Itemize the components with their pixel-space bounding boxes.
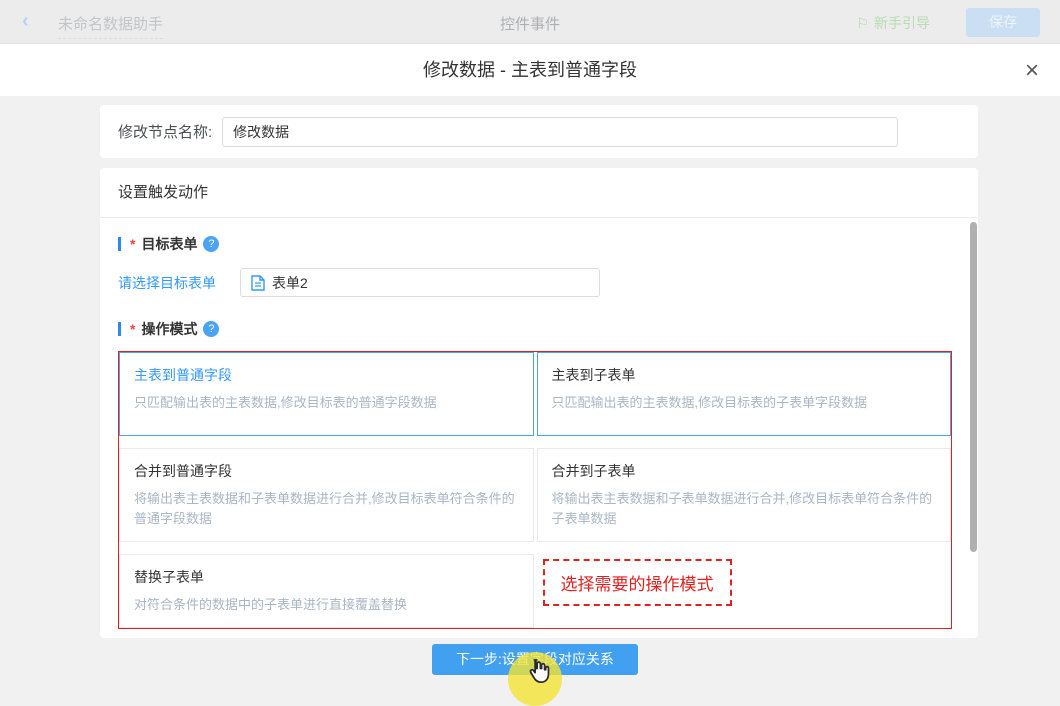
target-form-field-label: * 目标表单 ? [118,234,952,254]
save-button[interactable]: 保存 [966,8,1040,37]
mode-option-title[interactable]: 合并到子表单 [552,461,937,481]
form-document-icon [251,275,265,291]
mode-option-merge-to-subform[interactable]: 合并到子表单 将输出表主表数据和子表单数据进行合并,修改目标表单符合条件的子表单… [537,448,952,542]
close-icon[interactable]: × [1018,58,1046,86]
mode-option-desc: 对符合条件的数据中的子表单进行直接覆盖替换 [134,595,519,615]
mode-option-main-to-normal[interactable]: 主表到普通字段 只匹配输出表的主表数据,修改目标表的普通字段数据 [119,352,534,436]
mode-option-desc: 只匹配输出表的主表数据,修改目标表的子表单字段数据 [552,393,937,413]
node-name-label: 修改节点名称: [118,121,212,142]
modal-content: 修改节点名称: 设置触发动作 * 目标表单 ? 请选择目标表单 [0,97,1060,656]
top-bar: ‹ 未命名数据助手 控件事件 ⚐ 新手引导 保存 [0,0,1060,44]
required-asterisk: * [127,236,135,252]
mode-option-desc: 将输出表主表数据和子表单数据进行合并,修改目标表单符合条件的普通字段数据 [134,489,519,529]
beginner-guide-link[interactable]: ⚐ 新手引导 [856,13,930,33]
beginner-guide-label: 新手引导 [874,13,930,33]
select-target-form-link[interactable]: 请选择目标表单 [118,273,240,293]
mode-grid-empty-cell: 选择需要的操作模式 [537,554,952,628]
next-step-button[interactable]: 下一步:设置字段对应关系 [432,644,638,675]
mode-option-replace-subform[interactable]: 替换子表单 对符合条件的数据中的子表单进行直接覆盖替换 [119,554,534,628]
help-icon[interactable]: ? [203,321,219,337]
mode-option-title[interactable]: 合并到普通字段 [134,461,519,481]
modal-title: 修改数据 - 主表到普通字段 [0,44,1060,97]
operation-mode-field-label: * 操作模式 ? [118,319,952,339]
target-form-label: 目标表单 [141,234,197,254]
target-form-row: 请选择目标表单 表单2 [118,268,952,297]
operation-mode-label: 操作模式 [141,319,197,339]
mode-option-title[interactable]: 主表到子表单 [552,365,937,385]
help-icon[interactable]: ? [203,236,219,252]
mode-option-title[interactable]: 替换子表单 [134,567,519,587]
section-title: 设置触发动作 [100,168,978,218]
field-accent-bar [118,237,121,251]
mode-option-merge-to-normal[interactable]: 合并到普通字段 将输出表主表数据和子表单数据进行合并,修改目标表单符合条件的普通… [119,448,534,542]
modal-header: 修改数据 - 主表到普通字段 × [0,44,1060,97]
operation-mode-grid: 主表到普通字段 只匹配输出表的主表数据,修改目标表的普通字段数据 主表到子表单 … [119,352,951,628]
operation-mode-annotated-area: 主表到普通字段 只匹配输出表的主表数据,修改目标表的普通字段数据 主表到子表单 … [118,351,952,629]
mode-option-title[interactable]: 主表到普通字段 [134,365,519,385]
next-step-row: 下一步:设置字段对应关系 [118,644,952,684]
target-form-value: 表单2 [272,273,308,293]
required-asterisk: * [127,321,135,337]
mode-option-main-to-subform[interactable]: 主表到子表单 只匹配输出表的主表数据,修改目标表的子表单字段数据 [537,352,952,436]
annotation-callout: 选择需要的操作模式 [543,559,732,606]
lightbulb-icon: ⚐ [856,15,869,32]
section-body: * 目标表单 ? 请选择目标表单 表单2 [100,218,978,684]
mode-option-desc: 只匹配输出表的主表数据,修改目标表的普通字段数据 [134,393,519,413]
trigger-action-panel: 设置触发动作 * 目标表单 ? 请选择目标表单 表单 [100,168,978,638]
field-accent-bar [118,322,121,336]
node-name-input[interactable] [222,117,898,147]
target-form-select[interactable]: 表单2 [240,268,600,297]
mode-option-desc: 将输出表主表数据和子表单数据进行合并,修改目标表单符合条件的子表单数据 [552,489,937,529]
node-name-panel: 修改节点名称: [100,105,978,158]
